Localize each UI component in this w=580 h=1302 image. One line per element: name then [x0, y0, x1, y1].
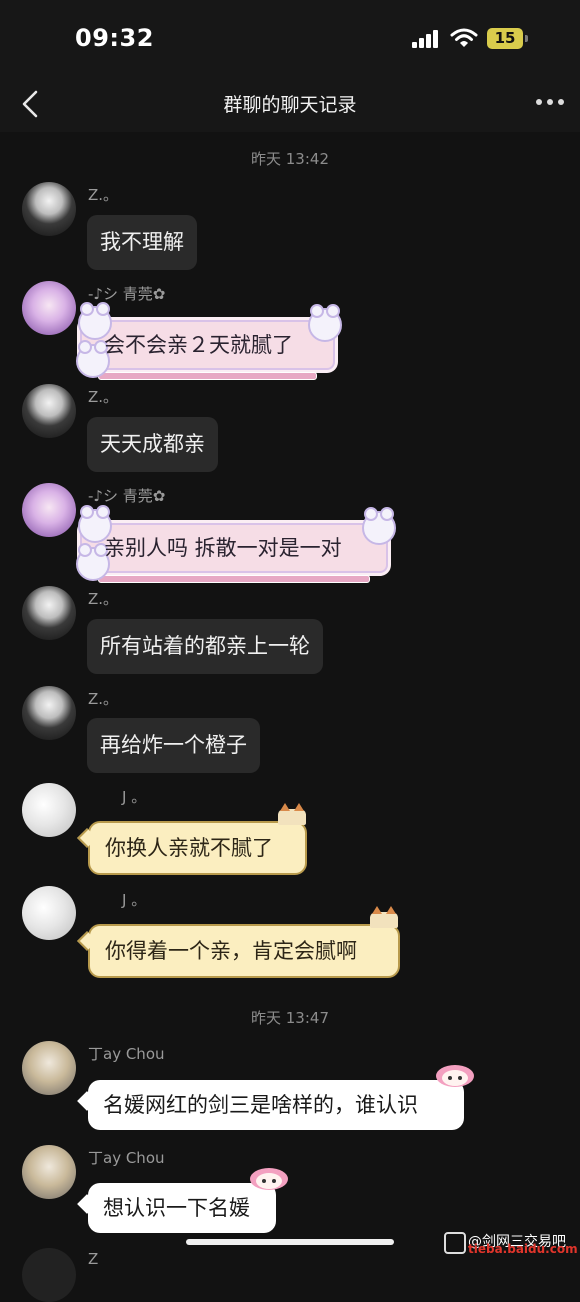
bubble-tail: [77, 931, 97, 951]
bear-icon: [308, 304, 342, 342]
bubble-ribbon: [98, 372, 317, 380]
sender-name: 丁ay Chou: [88, 1045, 165, 1063]
chibi-girl-icon: [250, 1168, 288, 1190]
message-text: 亲别人吗 拆散一对是一对: [104, 536, 342, 560]
cellular-signal-icon: [412, 30, 442, 48]
watermark: @剑网三交易吧 tieba.baidu.com: [444, 1230, 580, 1256]
tieba-logo-icon: [444, 1232, 466, 1254]
bear-icon: [362, 507, 396, 545]
cat-icon: [370, 906, 398, 928]
sender-name: Z: [88, 1250, 99, 1268]
message-bubble[interactable]: 你得着一个亲，肯定会腻啊: [77, 906, 400, 978]
message-text: 你换人亲就不腻了: [105, 836, 273, 860]
message-bubble[interactable]: 天天成都亲: [87, 417, 218, 472]
message-text: 会不会亲２天就腻了: [104, 333, 293, 357]
message-bubble[interactable]: 再给炸一个橙子: [87, 718, 260, 773]
chibi-girl-icon: [436, 1065, 474, 1087]
battery-level: 15: [494, 29, 516, 47]
sender-name: J 。: [122, 891, 147, 909]
message-bubble[interactable]: 所有站着的都亲上一轮: [87, 619, 323, 674]
sender-name: Z.。: [88, 388, 119, 406]
home-indicator[interactable]: [186, 1239, 394, 1245]
wifi-icon: [450, 28, 478, 47]
message-bubble[interactable]: 名媛网红的剑三是啥样的，谁认识: [77, 1065, 474, 1130]
avatar[interactable]: [22, 586, 76, 640]
avatar[interactable]: [22, 182, 76, 236]
sender-name: -♪シ 青莞✿: [88, 285, 166, 303]
message-bubble[interactable]: 我不理解: [87, 215, 197, 270]
bubble-ribbon: [98, 575, 370, 583]
status-bar: 09:32 15: [0, 0, 580, 78]
bubble-tail: [77, 1091, 97, 1111]
message-bubble[interactable]: 会不会亲２天就腻了: [76, 302, 342, 380]
avatar[interactable]: [22, 384, 76, 438]
message-bubble[interactable]: 你换人亲就不腻了: [77, 803, 307, 875]
timestamp-divider: 昨天 13:42: [251, 150, 329, 168]
message-text: 名媛网红的剑三是啥样的，谁认识: [103, 1093, 418, 1117]
avatar[interactable]: [22, 1248, 76, 1302]
bubble-tail: [77, 1194, 97, 1214]
status-time: 09:32: [75, 24, 154, 52]
sender-name: Z.。: [88, 186, 119, 204]
battery-tip: [525, 35, 528, 42]
avatar[interactable]: [22, 886, 76, 940]
cat-icon: [278, 803, 306, 825]
timestamp-divider: 昨天 13:47: [251, 1009, 329, 1027]
avatar[interactable]: [22, 1041, 76, 1095]
avatar[interactable]: [22, 483, 76, 537]
nav-bar: 群聊的聊天记录: [0, 78, 580, 132]
message-bubble[interactable]: 想认识一下名媛: [77, 1168, 288, 1233]
sender-name: J 。: [122, 788, 147, 806]
message-text: 想认识一下名媛: [103, 1196, 250, 1220]
battery-icon: 15: [487, 28, 523, 49]
avatar[interactable]: [22, 1145, 76, 1199]
message-bubble[interactable]: 亲别人吗 拆散一对是一对: [76, 505, 396, 583]
bubble-tail: [77, 828, 97, 848]
page-title: 群聊的聊天记录: [223, 94, 357, 116]
avatar[interactable]: [22, 783, 76, 837]
avatar[interactable]: [22, 281, 76, 335]
more-options-icon[interactable]: [536, 99, 566, 107]
avatar[interactable]: [22, 686, 76, 740]
sender-name: Z.。: [88, 690, 119, 708]
message-text: 你得着一个亲，肯定会腻啊: [105, 939, 357, 963]
watermark-url: tieba.baidu.com: [468, 1242, 578, 1256]
sender-name: 丁ay Chou: [88, 1149, 165, 1167]
sender-name: Z.。: [88, 590, 119, 608]
sender-name: -♪シ 青莞✿: [88, 487, 166, 505]
